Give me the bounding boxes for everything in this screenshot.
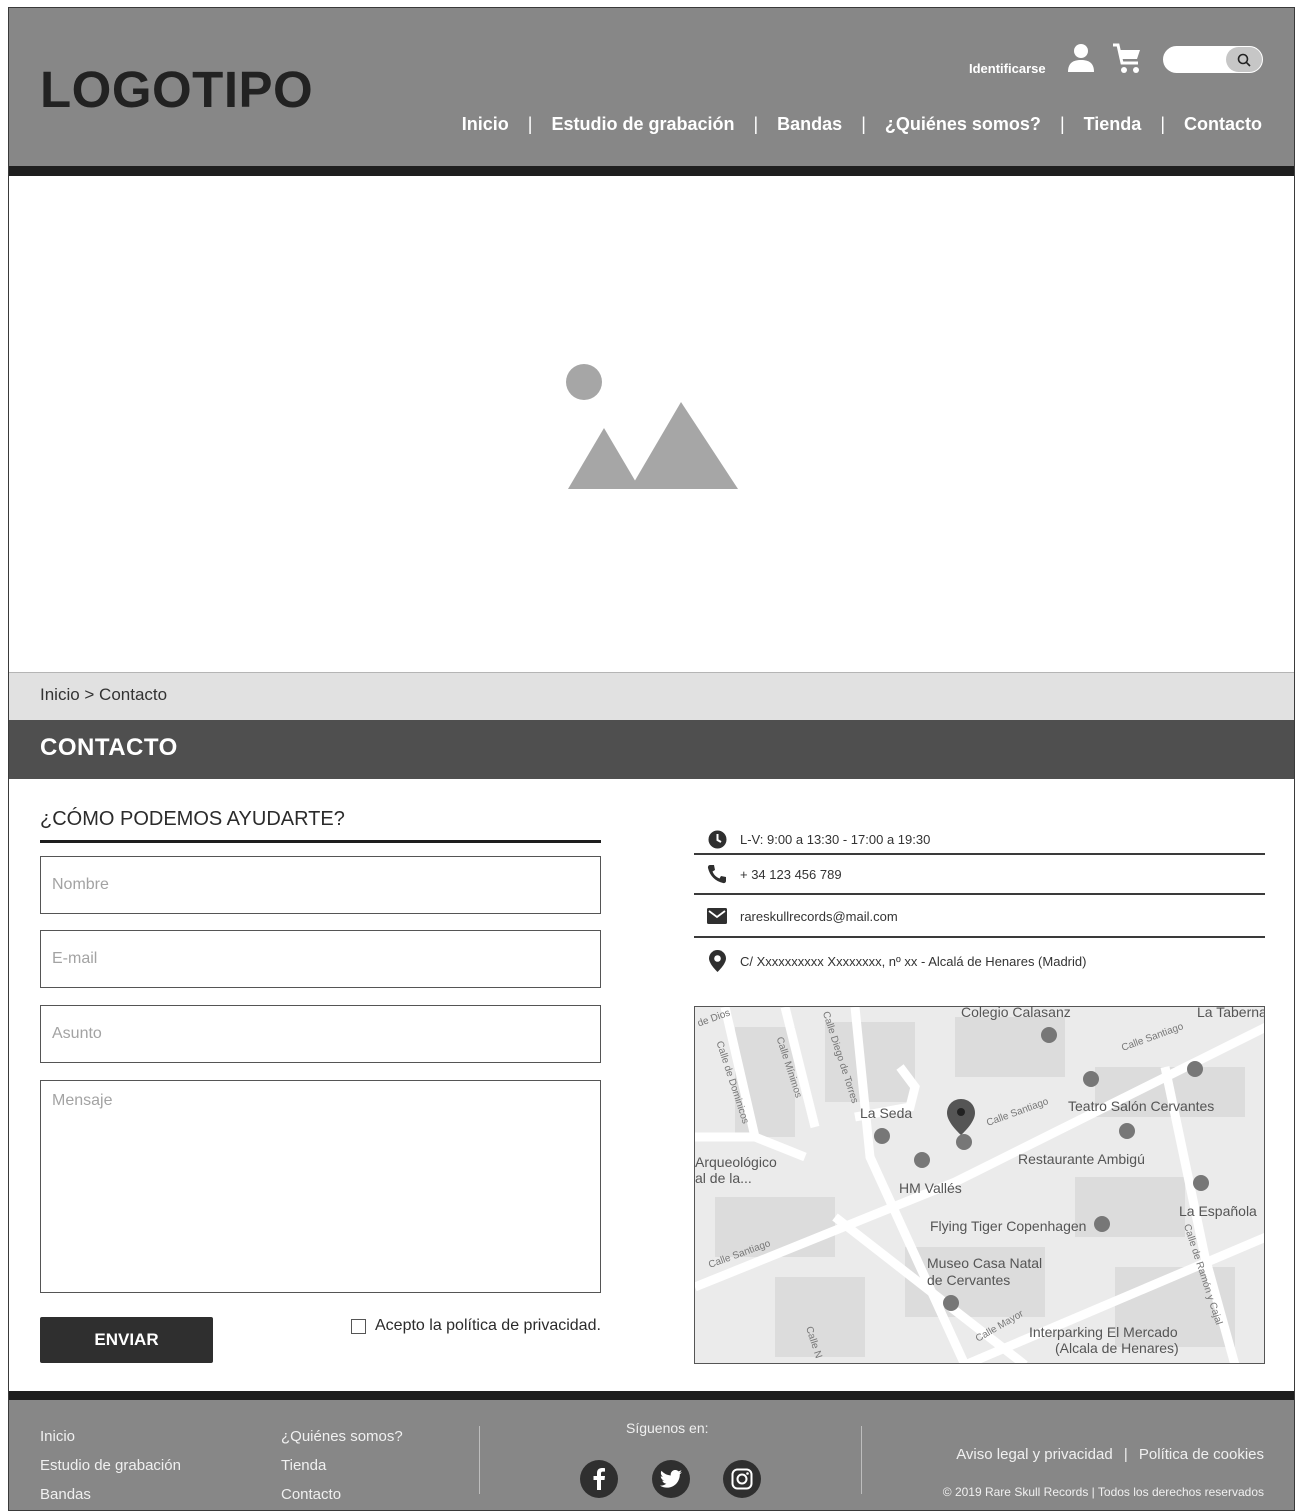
map-place-la-espanola: La Española [1179, 1203, 1257, 1219]
footer-link-estudio[interactable]: Estudio de grabación [40, 1451, 181, 1480]
map-place-hm-valles: HM Vallés [899, 1180, 962, 1196]
nav-item-bandas[interactable]: Bandas [777, 114, 842, 135]
footer-link-quienes-somos[interactable]: ¿Quiénes somos? [281, 1422, 403, 1451]
page-title: CONTACTO [40, 734, 178, 761]
twitter-icon[interactable] [652, 1460, 690, 1498]
page-frame: LOGOTIPO Identificarse Inicio | Estudio [8, 7, 1295, 1511]
clock-icon [707, 829, 727, 849]
map-place-museo-2: de Cervantes [927, 1272, 1011, 1288]
map-place-taberna: La Taberna [1197, 1006, 1265, 1020]
nav-item-tienda[interactable]: Tienda [1084, 114, 1142, 135]
breadcrumb[interactable]: Inicio > Contacto [9, 673, 1294, 720]
map-place-interparking: Interparking El Mercado [1029, 1324, 1178, 1340]
footer-links-col-1: Inicio Estudio de grabación Bandas [40, 1422, 181, 1509]
send-button[interactable]: ENVIAR [40, 1317, 213, 1363]
map-place-arqueologico-2: al de la... [695, 1170, 752, 1186]
nav-separator: | [753, 114, 759, 134]
search-icon [1237, 53, 1251, 67]
footer-divider-line [861, 1426, 862, 1494]
footer-divider-line [479, 1426, 480, 1494]
nav-separator: | [1059, 114, 1065, 134]
site-header: LOGOTIPO Identificarse Inicio | Estudio [9, 8, 1294, 166]
nav-separator: | [527, 114, 533, 134]
map-place-la-seda: La Seda [860, 1105, 913, 1121]
nav-separator: | [861, 114, 866, 134]
subject-field[interactable] [40, 1005, 601, 1063]
message-field[interactable] [40, 1080, 601, 1293]
cart-icon[interactable] [1112, 43, 1142, 74]
nav-item-quienes-somos[interactable]: ¿Quiénes somos? [885, 114, 1041, 135]
form-heading-rule [40, 840, 601, 843]
address-text: C/ Xxxxxxxxxx Xxxxxxxx, nº xx - Alcalá d… [740, 953, 1087, 969]
logo[interactable]: LOGOTIPO [40, 60, 313, 119]
nav-item-inicio[interactable]: Inicio [462, 114, 509, 135]
main-nav: Inicio | Estudio de grabación | Bandas |… [462, 114, 1262, 135]
privacy-checkbox[interactable] [351, 1318, 366, 1334]
privacy-label[interactable]: Acepto la política de privacidad. [375, 1317, 601, 1335]
site-footer: Inicio Estudio de grabación Bandas ¿Quié… [9, 1400, 1294, 1510]
info-divider [694, 893, 1265, 895]
page-title-bar: CONTACTO [9, 720, 1294, 779]
map-place-colegio: Colegio Calasanz [961, 1006, 1071, 1020]
search-button[interactable] [1226, 47, 1262, 72]
footer-link-inicio[interactable]: Inicio [40, 1422, 181, 1451]
map-place-interparking-2: (Alcala de Henares) [1055, 1340, 1179, 1356]
location-map[interactable]: Colegio Calasanz La Taberna La Seda Teat… [694, 1006, 1265, 1364]
follow-label: Síguenos en: [626, 1420, 709, 1436]
footer-divider [9, 1391, 1294, 1400]
email-row: rareskullrecords@mail.com [694, 906, 1265, 926]
search-box [1163, 46, 1263, 73]
legal-link-aviso[interactable]: Aviso legal y privacidad [956, 1446, 1112, 1463]
location-pin-icon [707, 950, 727, 972]
footer-link-contacto[interactable]: Contacto [281, 1480, 403, 1509]
map-place-flying-tiger: Flying Tiger Copenhagen [930, 1218, 1087, 1234]
hero-banner [9, 176, 1294, 673]
phone-text[interactable]: + 34 123 456 789 [740, 867, 842, 882]
map-place-restaurante: Restaurante Ambigú [1018, 1151, 1145, 1167]
legal-separator: | [1123, 1446, 1128, 1463]
nav-separator: | [1160, 114, 1165, 134]
nav-item-estudio[interactable]: Estudio de grabación [551, 114, 734, 135]
hours-text: L-V: 9:00 a 13:30 - 17:00 a 19:30 [740, 831, 931, 847]
header-divider [9, 166, 1294, 176]
search-input[interactable] [1174, 51, 1224, 69]
phone-icon [707, 864, 727, 884]
name-field[interactable] [40, 856, 601, 914]
map-place-teatro: Teatro Salón Cervantes [1068, 1098, 1215, 1114]
user-icon[interactable] [1067, 43, 1095, 73]
footer-link-tienda[interactable]: Tienda [281, 1451, 403, 1480]
legal-link-cookies[interactable]: Política de cookies [1139, 1446, 1264, 1463]
hours-row: L-V: 9:00 a 13:30 - 17:00 a 19:30 [694, 829, 1265, 849]
email-text[interactable]: rareskullrecords@mail.com [740, 909, 898, 924]
facebook-icon[interactable] [580, 1460, 618, 1498]
image-placeholder-icon [566, 364, 738, 489]
map-place-arqueologico: Arqueológico [695, 1154, 777, 1170]
map-place-museo: Museo Casa Natal [927, 1255, 1043, 1271]
info-divider [694, 853, 1265, 855]
info-divider [694, 936, 1265, 938]
email-field[interactable] [40, 930, 601, 988]
form-heading: ¿CÓMO PODEMOS AYUDARTE? [40, 808, 345, 830]
nav-item-contacto[interactable]: Contacto [1184, 114, 1262, 135]
address-row: C/ Xxxxxxxxxx Xxxxxxxx, nº xx - Alcalá d… [694, 950, 1265, 972]
legal-links: Aviso legal y privacidad | Política de c… [956, 1446, 1264, 1463]
privacy-consent: Acepto la política de privacidad. [351, 1317, 601, 1335]
copyright: © 2019 Rare Skull Records | Todos los de… [942, 1485, 1264, 1499]
mail-icon [707, 906, 727, 926]
instagram-icon[interactable] [723, 1460, 761, 1498]
login-link[interactable]: Identificarse [969, 61, 1046, 76]
phone-row: + 34 123 456 789 [694, 864, 1265, 884]
footer-links-col-2: ¿Quiénes somos? Tienda Contacto [281, 1422, 403, 1509]
footer-link-bandas[interactable]: Bandas [40, 1480, 181, 1509]
